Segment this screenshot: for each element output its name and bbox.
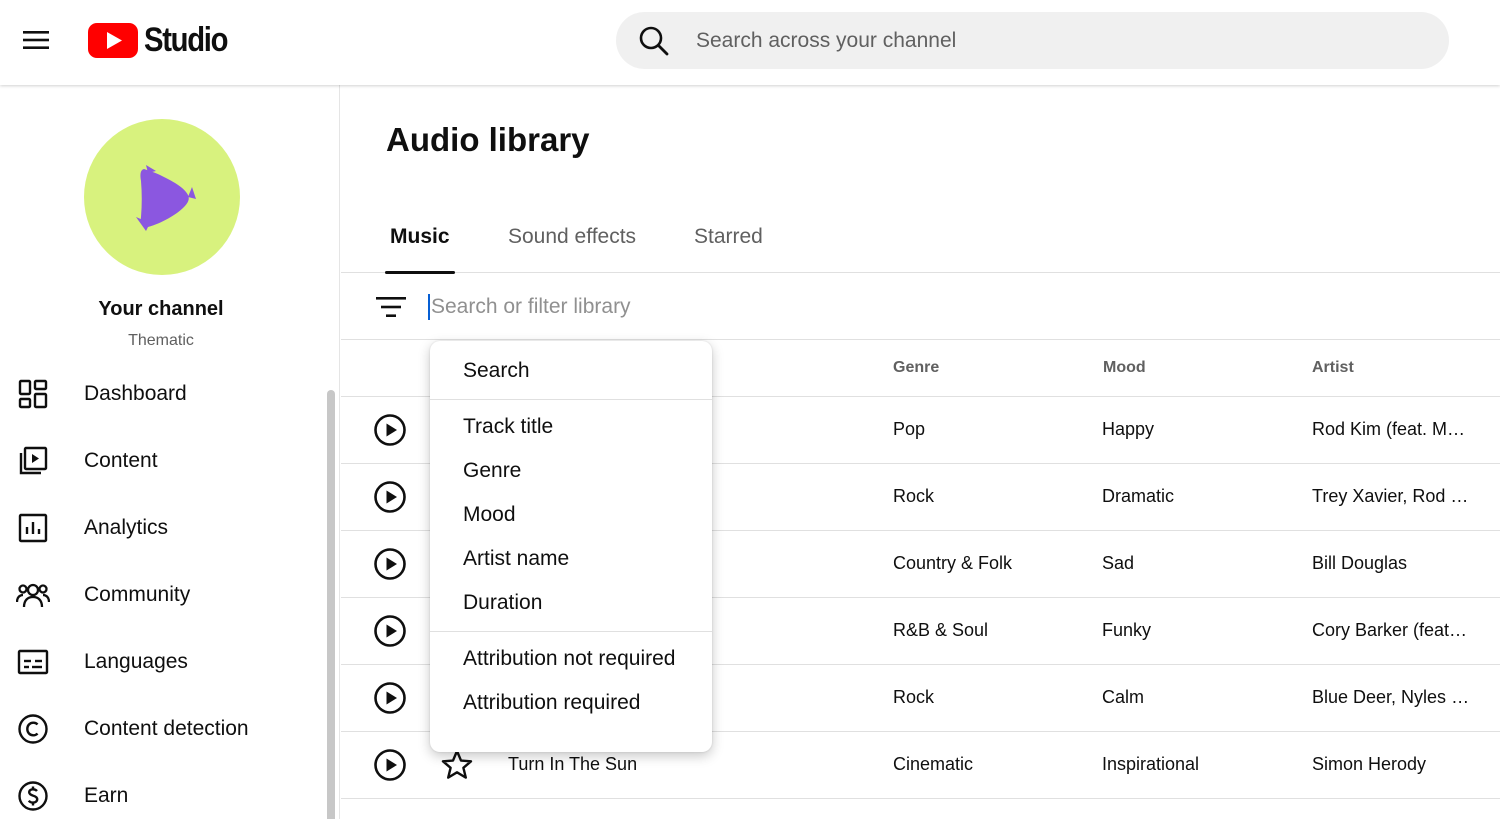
- track-mood: Inspirational: [1102, 754, 1200, 774]
- track-genre: Rock: [893, 687, 935, 707]
- analytics-icon: [16, 511, 50, 545]
- sidebar-scrollbar[interactable]: [327, 390, 335, 819]
- sidebar-item-label: Languages: [84, 649, 188, 673]
- channel-subtitle: Thematic: [128, 332, 194, 349]
- channel-logo-icon: [136, 165, 196, 231]
- filter-dropdown-menu: Search Track title Genre Mood Artist nam…: [430, 341, 712, 752]
- languages-icon: [16, 645, 50, 679]
- dropdown-item-genre[interactable]: Genre: [430, 449, 712, 493]
- dropdown-item-search[interactable]: Search: [430, 349, 712, 393]
- sidebar-item-label: Content: [84, 448, 158, 472]
- sidebar-item-label: Earn: [84, 783, 129, 807]
- dropdown-item-duration[interactable]: Duration: [430, 581, 712, 625]
- sidebar-item-analytics[interactable]: Analytics: [0, 494, 325, 561]
- dropdown-item-track-title[interactable]: Track title: [430, 405, 712, 449]
- track-mood: Calm: [1102, 687, 1145, 707]
- track-genre: Pop: [893, 419, 926, 439]
- track-artist[interactable]: Blue Deer, Nyles L...: [1312, 687, 1472, 708]
- copyright-icon: [16, 712, 50, 746]
- sidebar-item-label: Community: [84, 582, 191, 606]
- sidebar-item-dashboard[interactable]: Dashboard: [0, 360, 325, 427]
- studio-logo[interactable]: Studio: [88, 18, 241, 62]
- track-artist[interactable]: Simon Herody: [1312, 754, 1472, 775]
- track-mood: Sad: [1102, 553, 1135, 573]
- track-genre: R&B & Soul: [893, 620, 989, 640]
- sidebar-item-earn[interactable]: Earn: [0, 762, 325, 819]
- filter-icon[interactable]: [374, 290, 408, 324]
- dropdown-item-attribution-required[interactable]: Attribution required: [430, 681, 712, 725]
- track-mood: Happy: [1102, 419, 1155, 439]
- top-header: Studio: [0, 0, 1500, 85]
- sidebar-item-label: Analytics: [84, 515, 169, 539]
- track-title: Turn In The Sun: [508, 754, 638, 774]
- sidebar-item-label: Content detection: [84, 716, 249, 740]
- track-genre: Cinematic: [893, 754, 974, 774]
- sidebar-item-content[interactable]: Content: [0, 427, 325, 494]
- channel-search-input[interactable]: [696, 28, 1396, 53]
- track-genre: Rock: [893, 486, 935, 506]
- track-artist[interactable]: Rod Kim (feat. Mo...: [1312, 419, 1472, 440]
- channel-title: Your channel: [98, 298, 224, 320]
- tab-sound-effects[interactable]: Sound effects: [508, 225, 636, 273]
- sidebar-item-content-detection[interactable]: Content detection: [0, 695, 325, 762]
- library-filter-input[interactable]: [428, 293, 1028, 320]
- filter-bar: [341, 274, 1500, 340]
- sidebar-nav: Dashboard Content Analytics Community La…: [0, 360, 325, 819]
- track-mood: Funky: [1102, 620, 1152, 640]
- column-header-genre[interactable]: Genre: [893, 359, 939, 377]
- track-artist[interactable]: Trey Xavier, Rod K...: [1312, 486, 1472, 507]
- play-icon[interactable]: [373, 413, 407, 447]
- content-icon: [16, 444, 50, 478]
- track-mood: Dramatic: [1102, 486, 1175, 506]
- tab-music[interactable]: Music: [385, 225, 454, 274]
- logo-text: Studio: [144, 20, 229, 59]
- sidebar-item-languages[interactable]: Languages: [0, 628, 325, 695]
- channel-avatar[interactable]: [84, 119, 240, 275]
- youtube-logo-icon: [88, 22, 138, 58]
- dashboard-icon: [16, 377, 50, 411]
- star-icon[interactable]: [440, 748, 474, 782]
- tab-bar: Music Sound effects Starred: [341, 215, 1500, 274]
- sidebar-item-label: Dashboard: [84, 381, 187, 405]
- dropdown-item-mood[interactable]: Mood: [430, 493, 712, 537]
- track-artist[interactable]: Cory Barker (feat. ...: [1312, 620, 1472, 641]
- play-icon[interactable]: [373, 681, 407, 715]
- dropdown-divider: [430, 631, 712, 632]
- dollar-icon: [16, 779, 50, 813]
- play-icon[interactable]: [373, 547, 407, 581]
- play-icon[interactable]: [373, 748, 407, 782]
- community-icon: [16, 578, 50, 612]
- sidebar: Your channel Thematic Dashboard Content …: [0, 85, 340, 819]
- dropdown-divider: [430, 399, 712, 400]
- track-genre: Country & Folk: [893, 553, 1013, 573]
- page-title: Audio library: [386, 121, 590, 158]
- play-icon[interactable]: [373, 614, 407, 648]
- channel-search[interactable]: [616, 12, 1449, 69]
- track-artist[interactable]: Bill Douglas: [1312, 553, 1472, 574]
- dropdown-item-attribution-not-required[interactable]: Attribution not required: [430, 637, 712, 681]
- search-icon[interactable]: [638, 25, 670, 57]
- dropdown-item-artist-name[interactable]: Artist name: [430, 537, 712, 581]
- tab-starred[interactable]: Starred: [694, 225, 763, 273]
- column-header-artist[interactable]: Artist: [1312, 359, 1354, 377]
- menu-icon[interactable]: [14, 20, 58, 60]
- sidebar-item-community[interactable]: Community: [0, 561, 325, 628]
- play-icon[interactable]: [373, 480, 407, 514]
- column-header-mood[interactable]: Mood: [1103, 359, 1146, 377]
